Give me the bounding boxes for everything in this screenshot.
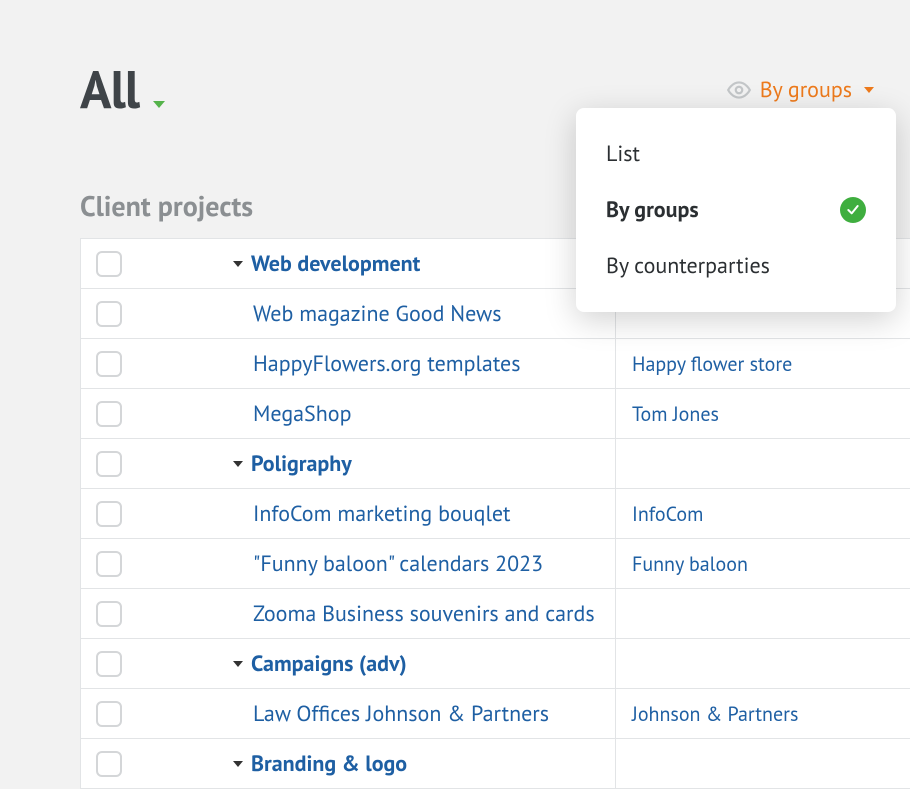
counterparty-cell xyxy=(615,739,910,788)
chevron-down-icon[interactable] xyxy=(233,761,243,767)
chevron-down-icon[interactable] xyxy=(233,461,243,467)
counterparty-cell[interactable]: InfoCom xyxy=(615,489,910,538)
project-label[interactable]: MegaShop xyxy=(253,400,351,428)
row-checkbox[interactable] xyxy=(96,351,122,377)
checkbox-cell xyxy=(81,401,137,427)
counterparty-cell[interactable]: Johnson & Partners xyxy=(615,689,910,738)
projects-table: Web development Web magazine Good News Hap… xyxy=(80,238,910,789)
counterparty-cell xyxy=(615,639,910,688)
chevron-down-icon xyxy=(864,87,874,93)
page-title: All xyxy=(80,56,139,123)
row-checkbox[interactable] xyxy=(96,651,122,677)
checkbox-cell xyxy=(81,451,137,477)
view-mode-dropdown: List By groups By counterparties xyxy=(576,108,896,312)
row-checkbox[interactable] xyxy=(96,301,122,327)
chevron-down-icon xyxy=(153,101,165,108)
dropdown-item-label: By counterparties xyxy=(606,252,770,280)
checkbox-cell xyxy=(81,351,137,377)
dropdown-item[interactable]: By groups xyxy=(576,182,896,238)
row-checkbox[interactable] xyxy=(96,601,122,627)
dropdown-item[interactable]: List xyxy=(576,126,896,182)
checkbox-cell xyxy=(81,751,137,777)
view-mode-label: By groups xyxy=(760,76,852,104)
row-checkbox[interactable] xyxy=(96,251,122,277)
counterparty-label: InfoCom xyxy=(632,501,703,527)
group-row[interactable]: Branding & logo xyxy=(80,739,910,789)
row-checkbox[interactable] xyxy=(96,751,122,777)
row-main-cell: HappyFlowers.org templates xyxy=(137,340,615,388)
row-main-cell: Web development xyxy=(137,240,615,288)
view-mode-switch[interactable]: By groups xyxy=(726,76,874,104)
counterparty-cell xyxy=(615,589,910,638)
counterparty-cell[interactable]: Funny baloon xyxy=(615,539,910,588)
row-main-cell: MegaShop xyxy=(137,390,615,438)
group-label[interactable]: Web development xyxy=(251,250,420,278)
project-label[interactable]: Web magazine Good News xyxy=(253,300,501,328)
dropdown-item[interactable]: By counterparties xyxy=(576,238,896,294)
row-checkbox[interactable] xyxy=(96,701,122,727)
project-row[interactable]: InfoCom marketing bouqlet InfoCom xyxy=(80,489,910,539)
row-main-cell: "Funny baloon" calendars 2023 xyxy=(137,540,615,588)
group-label[interactable]: Branding & logo xyxy=(251,750,407,778)
project-row[interactable]: Law Offices Johnson & Partners Johnson & … xyxy=(80,689,910,739)
counterparty-label: Johnson & Partners xyxy=(632,701,798,727)
counterparty-label: Funny baloon xyxy=(632,551,748,577)
project-label[interactable]: "Funny baloon" calendars 2023 xyxy=(253,550,543,578)
row-main-cell: Law Offices Johnson & Partners xyxy=(137,690,615,738)
row-main-cell: Zooma Business souvenirs and cards xyxy=(137,590,615,638)
row-main-cell: Web magazine Good News xyxy=(137,290,615,338)
project-label[interactable]: InfoCom marketing bouqlet xyxy=(253,500,511,528)
page-title-group[interactable]: All xyxy=(80,56,165,123)
counterparty-cell[interactable]: Happy flower store xyxy=(615,339,910,388)
row-checkbox[interactable] xyxy=(96,451,122,477)
chevron-down-icon[interactable] xyxy=(233,661,243,667)
row-checkbox[interactable] xyxy=(96,501,122,527)
chevron-down-icon[interactable] xyxy=(233,261,243,267)
counterparty-cell[interactable]: Tom Jones xyxy=(615,389,910,438)
project-row[interactable]: MegaShop Tom Jones xyxy=(80,389,910,439)
eye-icon xyxy=(726,77,752,103)
counterparty-cell xyxy=(615,439,910,488)
row-main-cell: Poligraphy xyxy=(137,440,615,488)
row-checkbox[interactable] xyxy=(96,551,122,577)
checkbox-cell xyxy=(81,651,137,677)
dropdown-item-label: List xyxy=(606,140,640,168)
checkbox-cell xyxy=(81,701,137,727)
checkbox-cell xyxy=(81,301,137,327)
row-main-cell: Branding & logo xyxy=(137,740,615,788)
row-main-cell: Campaigns (adv) xyxy=(137,640,615,688)
group-row[interactable]: Campaigns (adv) xyxy=(80,639,910,689)
project-row[interactable]: "Funny baloon" calendars 2023 Funny baloo… xyxy=(80,539,910,589)
dropdown-item-label: By groups xyxy=(606,196,699,224)
checkbox-cell xyxy=(81,601,137,627)
checkbox-cell xyxy=(81,251,137,277)
project-label[interactable]: Zooma Business souvenirs and cards xyxy=(253,600,595,628)
group-row[interactable]: Poligraphy xyxy=(80,439,910,489)
checkbox-cell xyxy=(81,501,137,527)
group-label[interactable]: Poligraphy xyxy=(251,450,352,478)
project-label[interactable]: Law Offices Johnson & Partners xyxy=(253,700,549,728)
group-label[interactable]: Campaigns (adv) xyxy=(251,650,407,678)
checkbox-cell xyxy=(81,551,137,577)
row-checkbox[interactable] xyxy=(96,401,122,427)
row-main-cell: InfoCom marketing bouqlet xyxy=(137,490,615,538)
project-row[interactable]: Zooma Business souvenirs and cards xyxy=(80,589,910,639)
counterparty-label: Happy flower store xyxy=(632,351,792,377)
project-label[interactable]: HappyFlowers.org templates xyxy=(253,350,521,378)
project-row[interactable]: HappyFlowers.org templates Happy flower s… xyxy=(80,339,910,389)
check-icon xyxy=(840,197,866,223)
counterparty-label: Tom Jones xyxy=(632,401,719,427)
